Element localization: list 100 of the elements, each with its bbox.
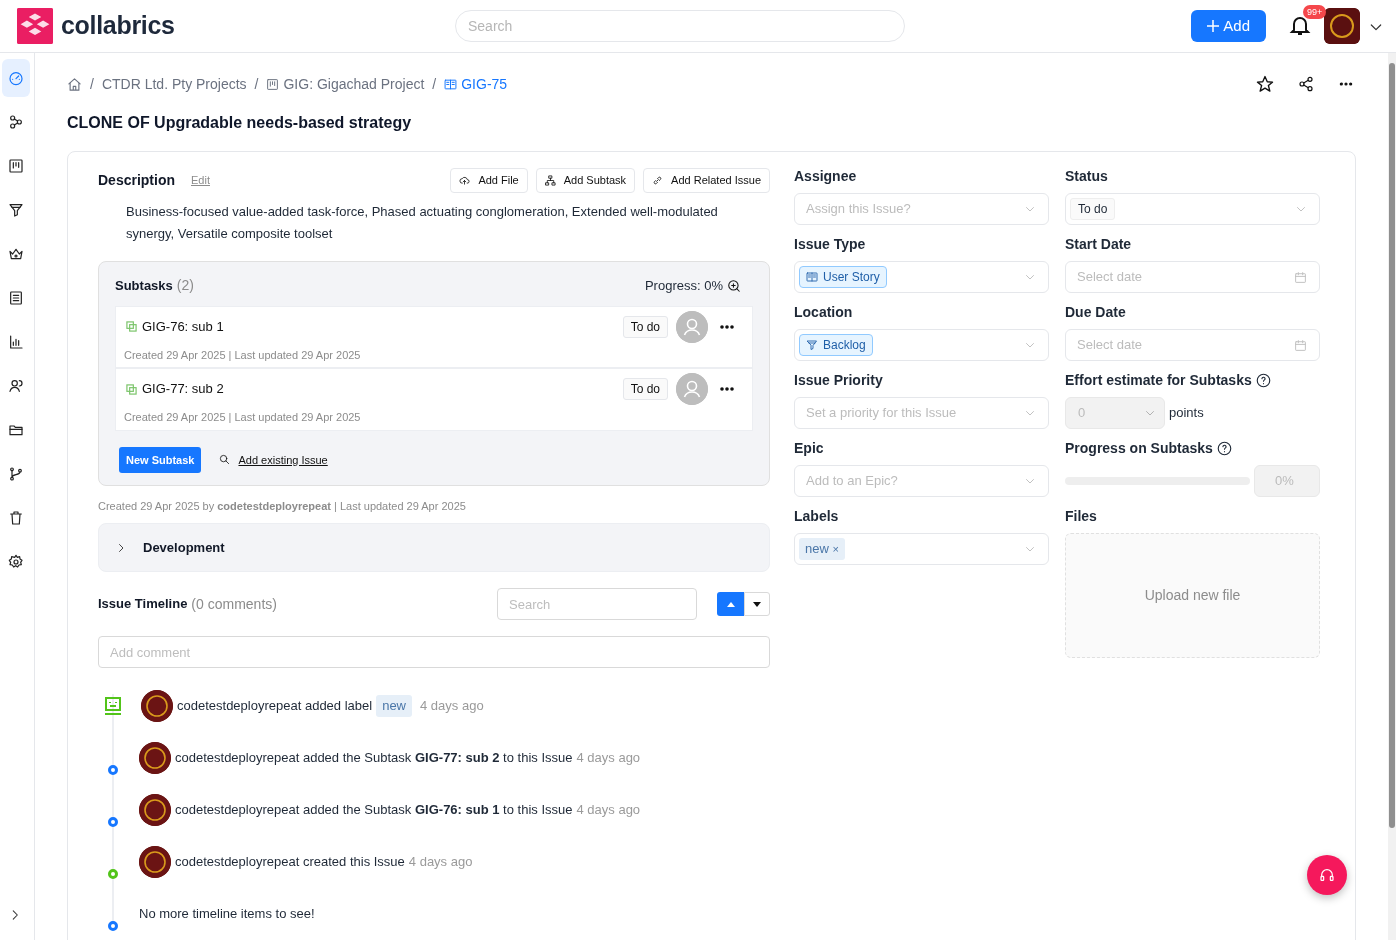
sort-menu-button[interactable] xyxy=(744,592,770,616)
caret-up-icon xyxy=(726,601,735,607)
action-button[interactable]: Add Subtask xyxy=(535,168,636,193)
timeline-entry: No more timeline items to see! xyxy=(139,905,315,924)
help-icon xyxy=(1255,372,1271,388)
chart-icon xyxy=(8,334,24,350)
field-label: Files xyxy=(1065,506,1097,526)
crown-icon xyxy=(8,246,24,262)
development-title: Development xyxy=(143,538,225,557)
folder-icon xyxy=(8,422,24,438)
description-text: Business-focused value-added task-force, Phased actuating conglomeration, Extended well-modulated synergy, Versatile composite toolset xyxy=(126,202,719,243)
status-tag: To do xyxy=(622,378,668,400)
remove-icon[interactable]: × xyxy=(832,543,839,556)
comment-field[interactable]: Add comment xyxy=(98,636,770,668)
timeline-title: Issue Timeline xyxy=(98,595,188,614)
timeline-time: 4 days ago xyxy=(576,801,641,820)
new-subtask-button[interactable]: New Subtask xyxy=(119,446,202,473)
created-info: Created 29 Apr 2025 by codetestdeployrepeat | Last updated 29 Apr 2025 xyxy=(98,499,467,514)
label-tag: new × xyxy=(799,538,845,560)
select-field[interactable]: Backlog xyxy=(794,329,1049,361)
sort-ascending-button[interactable] xyxy=(717,592,744,616)
breadcrumb-link[interactable]: CTDR Ltd. Pty Projects xyxy=(101,73,247,95)
avatar-icon xyxy=(139,794,171,826)
timeline-search-field[interactable]: Search xyxy=(497,588,697,620)
more-icon[interactable] xyxy=(720,387,734,391)
timeline-entry: codetestdeployrepeat added the Subtask GIG-77: sub 2 to this Issue xyxy=(175,749,573,768)
field-label: Status xyxy=(1065,166,1108,186)
notification-badge: 99+ xyxy=(1303,5,1327,19)
timeline-time: 4 days ago xyxy=(408,853,473,872)
status-tag: To do xyxy=(622,315,668,338)
calendar-icon xyxy=(1294,338,1307,352)
timeline-time: 4 days ago xyxy=(576,749,641,768)
field-label: Labels xyxy=(794,506,839,526)
add-button[interactable]: Add xyxy=(1191,10,1266,42)
avatar-icon xyxy=(676,310,708,343)
funnel-icon xyxy=(806,339,818,351)
breadcrumb-separator: / xyxy=(90,74,94,94)
labels-field[interactable]: new × xyxy=(794,533,1049,565)
add-existing-link[interactable]: Add existing Issue xyxy=(219,451,328,468)
field-label: Assignee xyxy=(794,166,857,186)
edit-link[interactable]: Edit xyxy=(191,172,210,189)
board-icon xyxy=(8,158,24,174)
avatar-icon[interactable] xyxy=(1324,8,1360,44)
breadcrumb-separator: / xyxy=(254,74,259,94)
status-select[interactable]: To do xyxy=(1065,193,1320,225)
label-tag: new xyxy=(376,695,412,717)
settings-icon xyxy=(8,554,24,570)
field-label: Epic xyxy=(794,438,824,458)
nodes-icon xyxy=(8,114,24,130)
headset-icon xyxy=(1319,867,1335,883)
subtask-link[interactable]: GIG-77: sub 2 xyxy=(142,379,224,399)
zoom-in-icon xyxy=(727,278,741,293)
upload-area[interactable]: Upload new file xyxy=(1065,533,1320,658)
avatar-icon xyxy=(139,742,171,774)
development-panel[interactable]: Development xyxy=(98,522,770,572)
subtask-icon xyxy=(126,321,137,332)
action-button[interactable]: Add File xyxy=(450,168,528,193)
field-label: Issue Type xyxy=(794,234,866,254)
trash-icon xyxy=(8,510,24,526)
star-icon xyxy=(1256,75,1274,93)
breadcrumb-link[interactable]: GIG-75 xyxy=(444,73,508,95)
calendar-icon xyxy=(1294,270,1307,284)
people-icon xyxy=(8,378,24,394)
field-label: Location xyxy=(794,302,853,322)
breadcrumb-separator: / xyxy=(432,74,437,94)
link-icon xyxy=(652,174,664,186)
more-icon[interactable] xyxy=(720,324,734,329)
avatar-icon xyxy=(139,846,171,878)
branch-icon xyxy=(8,466,24,482)
home-icon xyxy=(67,77,82,93)
avatar-icon xyxy=(676,373,708,405)
subtask-meta: Created 29 Apr 2025 | Last updated 29 Apr 2025 xyxy=(124,410,362,425)
select-field[interactable]: User Story xyxy=(794,261,1049,293)
cloud-upload-icon xyxy=(459,174,471,186)
timeline-entry: codetestdeployrepeat added the Subtask GIG-76: sub 1 to this Issue xyxy=(175,801,573,820)
board-icon xyxy=(266,77,280,91)
avatar-icon xyxy=(141,690,173,722)
timeline-time: 4 days ago xyxy=(420,697,484,716)
search-field[interactable]: Search xyxy=(455,10,905,42)
field-label: Progress on Subtasks xyxy=(1065,438,1213,458)
field-label: Start Date xyxy=(1065,234,1132,254)
subtask-link[interactable]: GIG-76: sub 1 xyxy=(142,316,224,337)
brand-name: collabrics xyxy=(61,10,175,42)
support-button[interactable] xyxy=(1307,855,1347,895)
action-button[interactable]: Add Related Issue xyxy=(643,168,770,193)
breadcrumb-link[interactable]: GIG: Gigachad Project xyxy=(266,73,425,95)
logo-icon xyxy=(17,8,53,44)
help-icon xyxy=(1216,440,1232,456)
progress-text: Progress: 0% xyxy=(644,276,723,295)
subtasks-count: (2) xyxy=(176,276,194,295)
book-icon xyxy=(444,77,458,91)
field-label: Effort estimate for Subtasks xyxy=(1065,370,1252,390)
list-icon xyxy=(8,290,24,306)
field-label: Due Date xyxy=(1065,302,1126,322)
scrollbar[interactable] xyxy=(1388,53,1396,940)
field-label: Issue Priority xyxy=(794,370,883,390)
timeline-entry: codetestdeployrepeat added label xyxy=(177,697,373,716)
book-icon xyxy=(806,271,818,283)
gauge-icon xyxy=(8,70,24,86)
unit-text: points xyxy=(1169,404,1204,423)
